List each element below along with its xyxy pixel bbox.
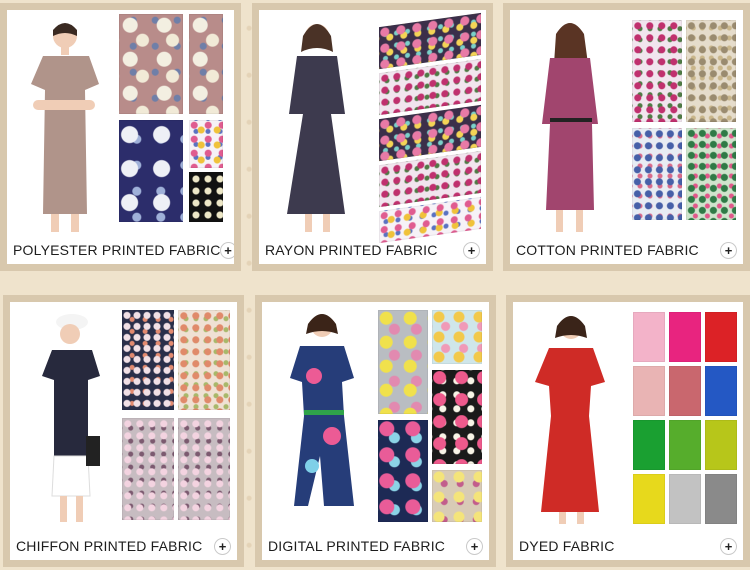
- plus-icon[interactable]: +: [220, 242, 234, 258]
- model-image: [31, 23, 99, 232]
- fabric-swatch: [189, 172, 223, 222]
- fabric-swatch: [632, 128, 682, 220]
- fabric-swatch: [632, 20, 682, 122]
- fabric-swatch: [122, 418, 174, 520]
- card-caption: DYED FABRIC +: [513, 532, 743, 560]
- fabric-swatch: [189, 14, 223, 114]
- dress-shape: [535, 348, 605, 512]
- card-caption: RAYON PRINTED FABRIC +: [259, 236, 486, 264]
- plus-icon[interactable]: +: [721, 538, 736, 554]
- color-swatch: [669, 420, 701, 470]
- color-swatch: [669, 312, 701, 362]
- card-label: DIGITAL PRINTED FABRIC: [268, 538, 446, 554]
- fabric-swatch: [432, 310, 482, 364]
- swatch-grid: [371, 12, 481, 244]
- dress-shape: [287, 56, 345, 214]
- color-swatch-grid: [625, 306, 737, 528]
- dress-shape: [290, 346, 354, 506]
- fabric-swatch: [378, 310, 428, 414]
- product-card-rayon[interactable]: RAYON PRINTED FABRIC +: [252, 3, 493, 271]
- model-image: [42, 314, 100, 522]
- fabric-swatch: [686, 20, 736, 122]
- color-swatch: [705, 312, 737, 362]
- color-swatch: [705, 366, 737, 416]
- fabric-swatch: [378, 420, 428, 522]
- color-swatch: [633, 366, 665, 416]
- fabric-swatch: [432, 470, 482, 522]
- fabric-swatch: [119, 120, 183, 222]
- color-swatch: [669, 474, 701, 524]
- fabric-swatch: [432, 370, 482, 464]
- swatch-grid: [119, 14, 228, 236]
- fabric-swatch: [178, 310, 230, 410]
- card-caption: COTTON PRINTED FABRIC +: [510, 236, 743, 264]
- color-swatch: [633, 420, 665, 470]
- plus-icon[interactable]: +: [464, 242, 479, 258]
- fabric-swatch: [189, 120, 223, 168]
- card-face: DIGITAL PRINTED FABRIC +: [262, 302, 489, 560]
- fabric-swatch: [119, 14, 183, 114]
- model-image: [535, 316, 605, 524]
- card-label: RAYON PRINTED FABRIC: [265, 242, 438, 258]
- product-card-chiffon[interactable]: CHIFFON PRINTED FABRIC +: [3, 295, 244, 567]
- swatch-grid: [374, 306, 483, 528]
- model-image: [287, 24, 345, 232]
- dress-shape: [542, 58, 598, 210]
- model-image: [290, 314, 354, 506]
- card-label: CHIFFON PRINTED FABRIC: [16, 538, 203, 554]
- swatch-grid: [622, 14, 737, 236]
- card-face: RAYON PRINTED FABRIC +: [259, 10, 486, 264]
- card-face: CHIFFON PRINTED FABRIC +: [10, 302, 237, 560]
- plus-icon[interactable]: +: [721, 242, 736, 258]
- product-card-cotton[interactable]: COTTON PRINTED FABRIC +: [503, 3, 750, 271]
- swatch-grid: [122, 306, 231, 528]
- card-caption: DIGITAL PRINTED FABRIC +: [262, 532, 489, 560]
- card-face: DYED FABRIC +: [513, 302, 743, 560]
- dress-shape: [31, 56, 99, 214]
- model-image: [542, 23, 598, 232]
- product-card-dyed[interactable]: DYED FABRIC +: [506, 295, 750, 567]
- fabric-swatch: [686, 128, 736, 220]
- product-card-polyester[interactable]: POLYESTER PRINTED FABRIC +: [0, 3, 241, 271]
- color-swatch: [669, 366, 701, 416]
- fabric-swatch: [122, 310, 174, 410]
- plus-icon[interactable]: +: [215, 538, 230, 554]
- card-label: POLYESTER PRINTED FABRIC: [13, 242, 221, 258]
- color-swatch: [705, 420, 737, 470]
- card-label: DYED FABRIC: [519, 538, 615, 554]
- card-face: POLYESTER PRINTED FABRIC +: [7, 10, 234, 264]
- color-swatch: [633, 312, 665, 362]
- card-caption: CHIFFON PRINTED FABRIC +: [10, 532, 237, 560]
- color-swatch: [705, 474, 737, 524]
- card-caption: POLYESTER PRINTED FABRIC +: [7, 236, 234, 264]
- card-label: COTTON PRINTED FABRIC: [516, 242, 699, 258]
- color-swatch: [633, 474, 665, 524]
- product-card-digital[interactable]: DIGITAL PRINTED FABRIC +: [255, 295, 496, 567]
- plus-icon[interactable]: +: [467, 538, 482, 554]
- fabric-swatch: [178, 418, 230, 520]
- card-face: COTTON PRINTED FABRIC +: [510, 10, 743, 264]
